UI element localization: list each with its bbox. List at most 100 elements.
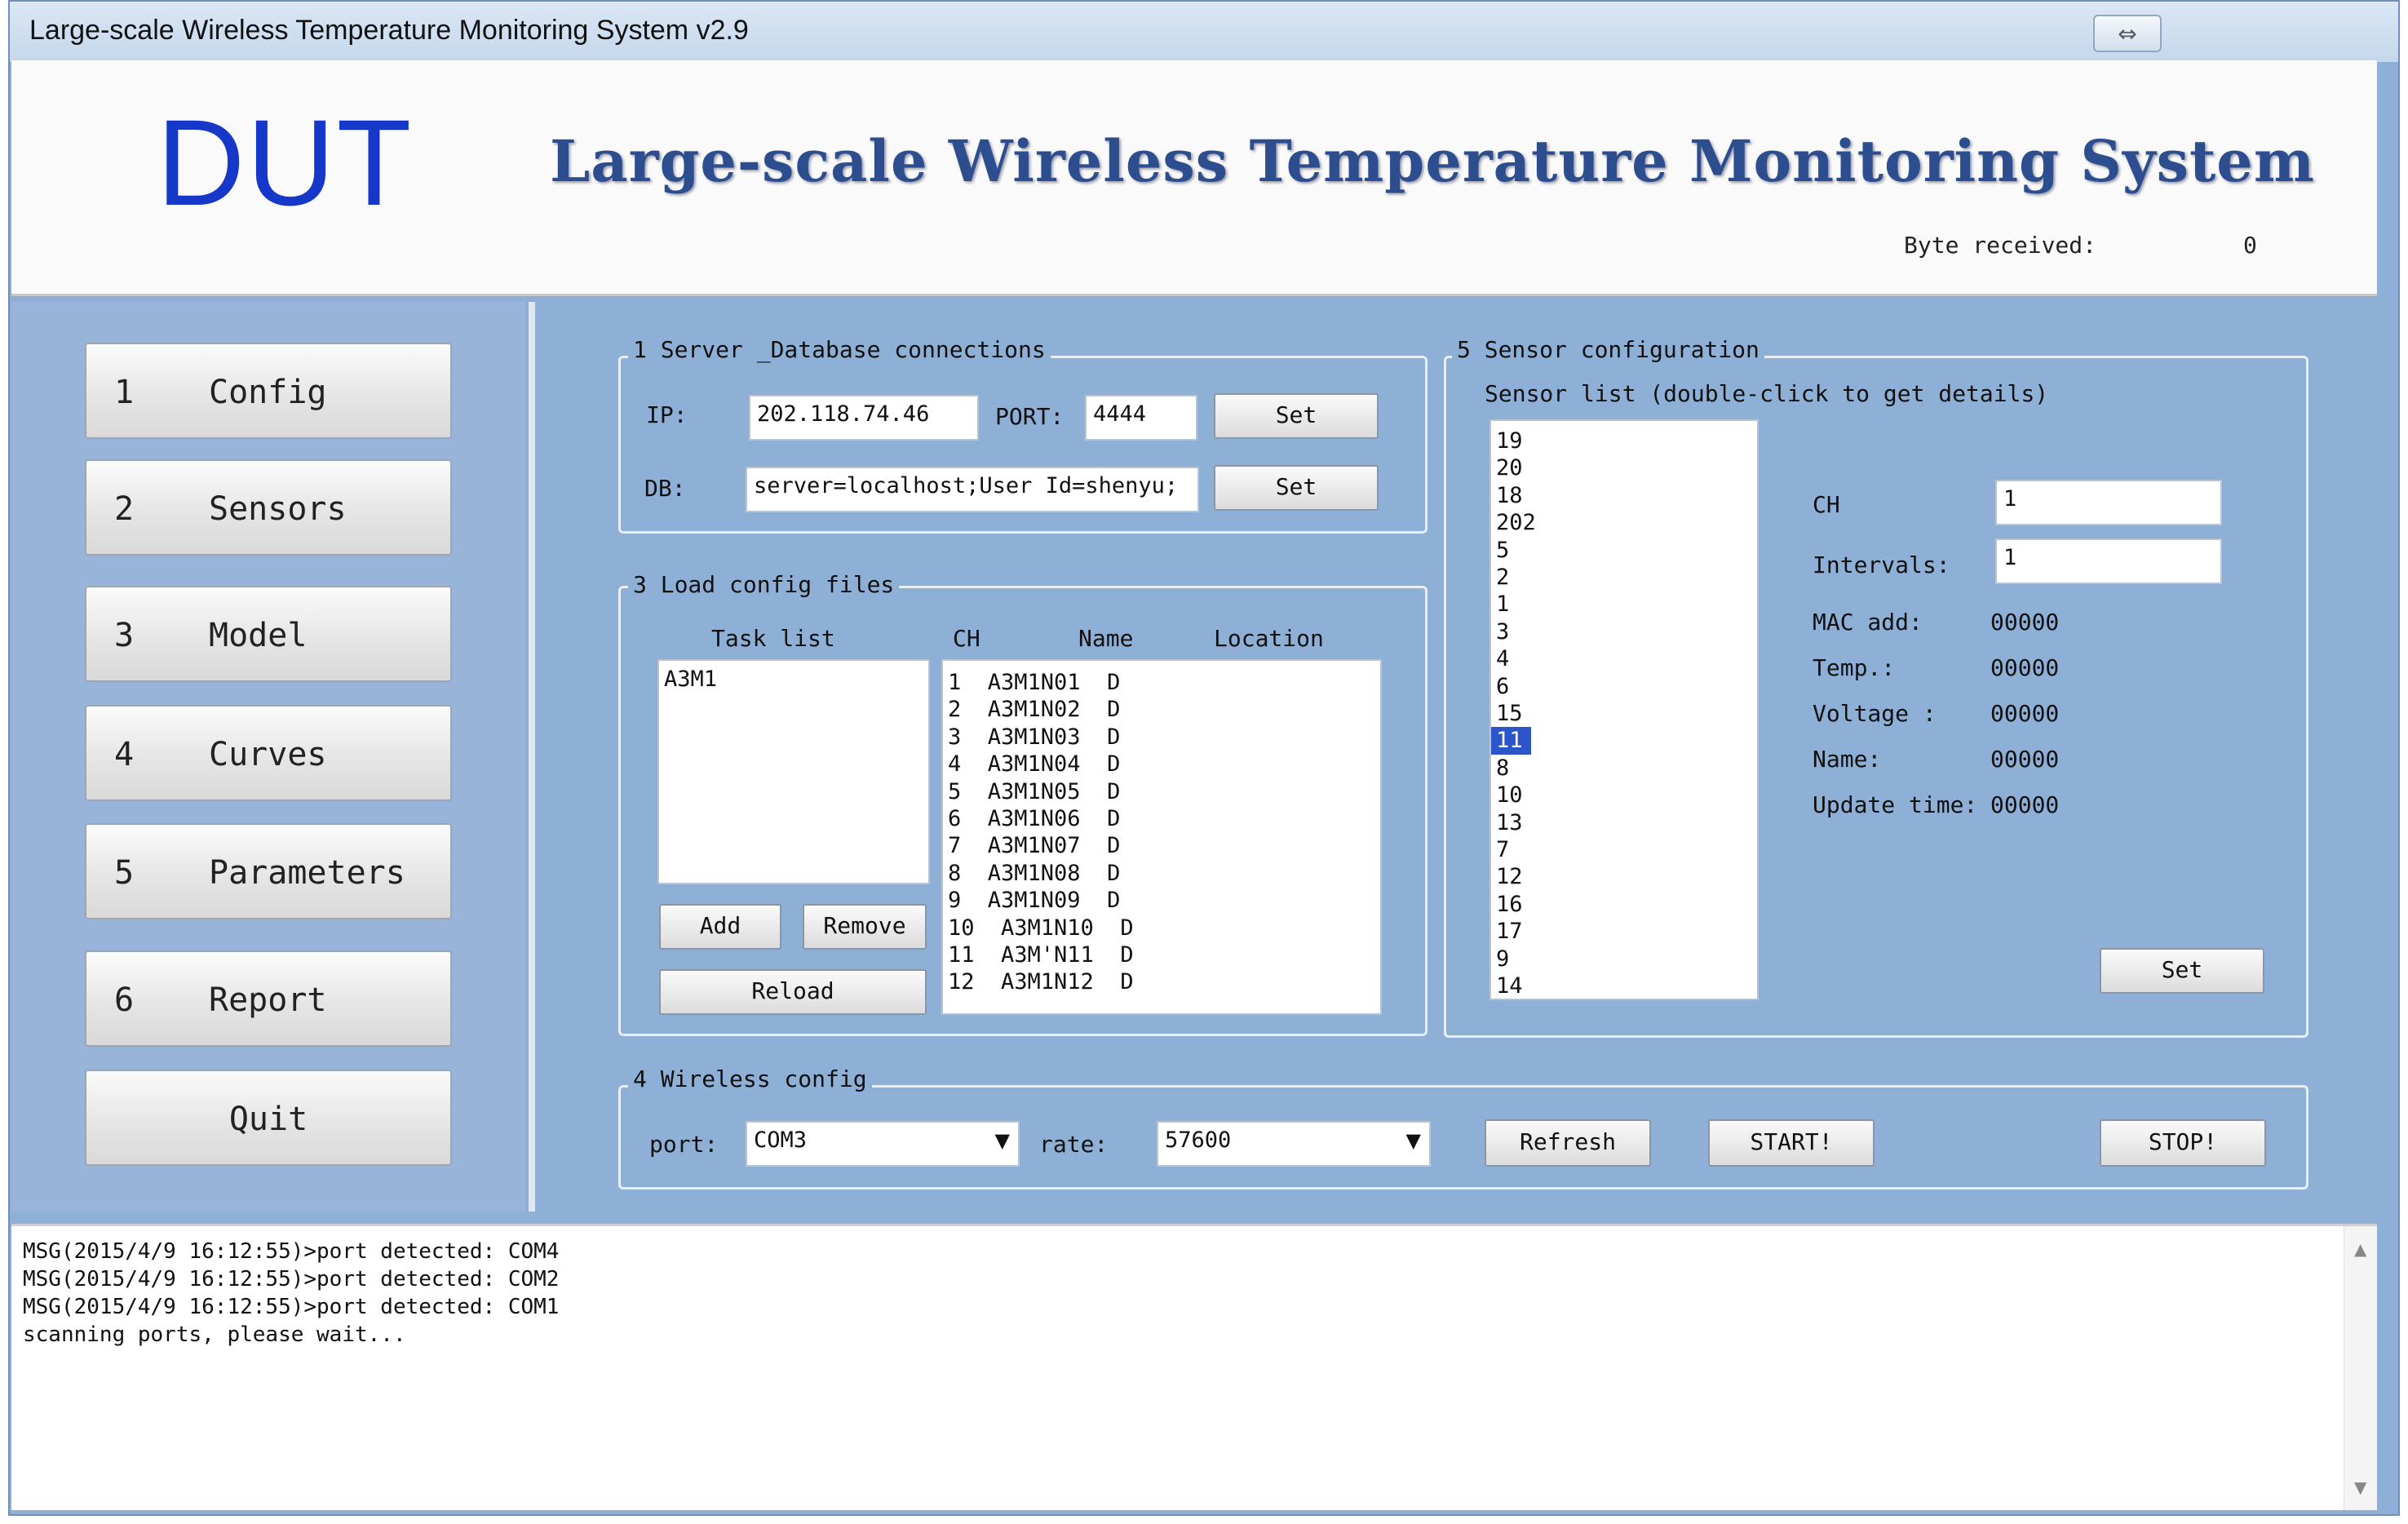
channel-row[interactable]: 7 A3M1N07 D [943, 832, 1380, 859]
dropdown-arrow-icon: ▼ [1405, 1129, 1421, 1152]
ip-label: IP: [646, 401, 688, 428]
byte-received-label: Byte received: [1904, 232, 2097, 259]
rate-select-value: 57600 [1165, 1127, 1232, 1153]
logo: DUT [157, 94, 414, 231]
nav-parameters-button[interactable]: 5 Parameters [85, 823, 452, 919]
mac-label: MAC add: [1813, 609, 1923, 636]
log-line: MSG(2015/4/9 16:12:55)>port detected: CO… [23, 1239, 560, 1264]
sensor-item[interactable]: 202 [1491, 509, 1757, 536]
port-label: PORT: [995, 403, 1065, 430]
sensor-item[interactable]: 7 [1491, 836, 1757, 863]
sensor-item[interactable]: 9 [1491, 946, 1757, 972]
restore-icon: ⇔ [2118, 20, 2137, 47]
update-time-value: 00000 [1990, 791, 2060, 818]
channel-row[interactable]: 3 A3M1N03 D [943, 724, 1380, 751]
sensor-item[interactable]: 8 [1491, 755, 1757, 782]
port-field[interactable]: 4444 [1085, 395, 1197, 441]
mac-value: 00000 [1990, 609, 2060, 636]
voltage-value: 00000 [1990, 700, 2060, 727]
ch-label: CH [1813, 491, 1840, 518]
nav-config-button[interactable]: 1 Config [85, 343, 452, 439]
name-label: Name: [1813, 746, 1882, 773]
sensor-item[interactable]: 2 [1491, 564, 1757, 591]
sensor-item[interactable]: 10 [1491, 782, 1757, 809]
quit-button[interactable]: Quit [85, 1070, 452, 1166]
channel-row[interactable]: 2 A3M1N02 D [943, 696, 1380, 723]
stop-button[interactable]: STOP! [2100, 1119, 2266, 1167]
task-list-item[interactable]: A3M1 [659, 661, 928, 693]
channel-row[interactable]: 10 A3M1N10 D [943, 915, 1380, 941]
db-label: DB: [644, 475, 686, 502]
load-config-group-title: 3 Load config files [628, 571, 900, 598]
intervals-field[interactable]: 1 [1995, 538, 2222, 584]
log-scrollbar[interactable]: ▲ ▼ [2344, 1226, 2377, 1510]
col-name-header: Name [1078, 625, 1134, 652]
channel-row[interactable]: 8 A3M1N08 D [943, 860, 1380, 887]
nav-sensors-button[interactable]: 2 Sensors [85, 459, 452, 556]
sensor-item[interactable]: 6 [1491, 673, 1757, 700]
sensor-item[interactable]: 16 [1491, 891, 1757, 918]
rate-select[interactable]: 57600 ▼ [1157, 1121, 1431, 1167]
update-time-label: Update time: [1813, 791, 1978, 818]
sensor-item[interactable]: 14 [1491, 972, 1757, 999]
add-task-button[interactable]: Add [659, 904, 781, 950]
sensor-item[interactable]: 12 [1491, 863, 1757, 890]
sensor-item[interactable]: 20 [1491, 454, 1757, 481]
sidebar: 1 Config 2 Sensors 3 Model 4 Curves 5 Paramet… [11, 302, 525, 1212]
channel-row[interactable]: 6 A3M1N06 D [943, 805, 1380, 832]
channel-row[interactable]: 5 A3M1N05 D [943, 778, 1380, 805]
port-select[interactable]: COM3 ▼ [746, 1121, 1020, 1167]
port-select-value: COM3 [754, 1127, 808, 1153]
banner-title: Large-scale Wireless Temperature Monitor… [550, 127, 2315, 195]
sensor-item[interactable]: 13 [1491, 809, 1757, 836]
channel-row[interactable]: 9 A3M1N09 D [943, 887, 1380, 914]
task-listbox[interactable]: A3M1 [657, 659, 930, 884]
intervals-label: Intervals: [1813, 552, 1950, 578]
window-title: Large-scale Wireless Temperature Monitor… [29, 15, 749, 46]
sensor-item[interactable]: 5 [1491, 537, 1757, 564]
channel-row[interactable]: 4 A3M1N04 D [943, 751, 1380, 778]
message-log[interactable]: MSG(2015/4/9 16:12:55)>port detected: CO… [11, 1224, 2377, 1510]
sensor-item[interactable]: 19 [1491, 428, 1757, 454]
header-banner: DUT Large-scale Wireless Temperature Mon… [11, 60, 2377, 296]
sensor-item[interactable]: 17 [1491, 918, 1757, 945]
sensor-set-button[interactable]: Set [2100, 948, 2264, 994]
channel-row[interactable]: 11 A3M'N11 D [943, 941, 1380, 968]
sensor-item[interactable]: 18 [1491, 482, 1757, 509]
sensor-item[interactable]: 3 [1491, 618, 1757, 645]
rate-select-label: rate: [1039, 1131, 1109, 1158]
log-line: MSG(2015/4/9 16:12:55)>port detected: CO… [23, 1267, 560, 1291]
db-set-button[interactable]: Set [1214, 465, 1379, 511]
channel-listbox[interactable]: 1 A3M1N01 D 2 A3M1N02 D 3 A3M1N03 D 4 A3… [941, 659, 1382, 1015]
byte-received-value: 0 [2243, 232, 2257, 259]
nav-model-button[interactable]: 3 Model [85, 586, 452, 682]
nav-curves-button[interactable]: 4 Curves [85, 705, 452, 801]
sensor-item-selected[interactable]: 11 [1491, 727, 1531, 755]
sensor-item[interactable]: 15 [1491, 700, 1757, 727]
temp-value: 00000 [1990, 654, 2060, 681]
log-line: scanning ports, please wait... [23, 1322, 406, 1347]
channel-row[interactable]: 1 A3M1N01 D [943, 669, 1380, 696]
server-set-button[interactable]: Set [1214, 393, 1379, 439]
voltage-label: Voltage : [1813, 700, 1937, 727]
db-connection-field[interactable]: server=localhost;User Id=shenyu; [746, 467, 1199, 512]
sensor-listbox[interactable]: 19 20 18 202 5 2 1 3 4 6 15 11 8 10 13 7… [1490, 419, 1759, 1000]
reload-button[interactable]: Reload [659, 969, 927, 1015]
scroll-down-icon[interactable]: ▼ [2354, 1477, 2366, 1497]
refresh-button[interactable]: Refresh [1485, 1119, 1651, 1167]
sensor-item[interactable]: 4 [1491, 645, 1757, 672]
restore-button[interactable]: ⇔ [2093, 15, 2162, 52]
channel-row[interactable]: 12 A3M1N12 D [943, 968, 1380, 995]
start-button[interactable]: START! [1708, 1119, 1875, 1167]
sensor-config-group-title: 5 Sensor configuration [1452, 336, 1764, 363]
nav-report-button[interactable]: 6 Report [85, 950, 452, 1047]
task-list-header: Task list [711, 625, 835, 652]
scroll-up-icon[interactable]: ▲ [2354, 1239, 2366, 1259]
dropdown-arrow-icon: ▼ [994, 1129, 1010, 1152]
ch-field[interactable]: 1 [1995, 480, 2222, 525]
ip-field[interactable]: 202.118.74.46 [749, 395, 979, 441]
sensor-item[interactable]: 1 [1491, 591, 1757, 618]
title-bar: Large-scale Wireless Temperature Monitor… [10, 2, 2398, 62]
remove-task-button[interactable]: Remove [803, 904, 927, 950]
log-line: MSG(2015/4/9 16:12:55)>port detected: CO… [23, 1295, 560, 1319]
